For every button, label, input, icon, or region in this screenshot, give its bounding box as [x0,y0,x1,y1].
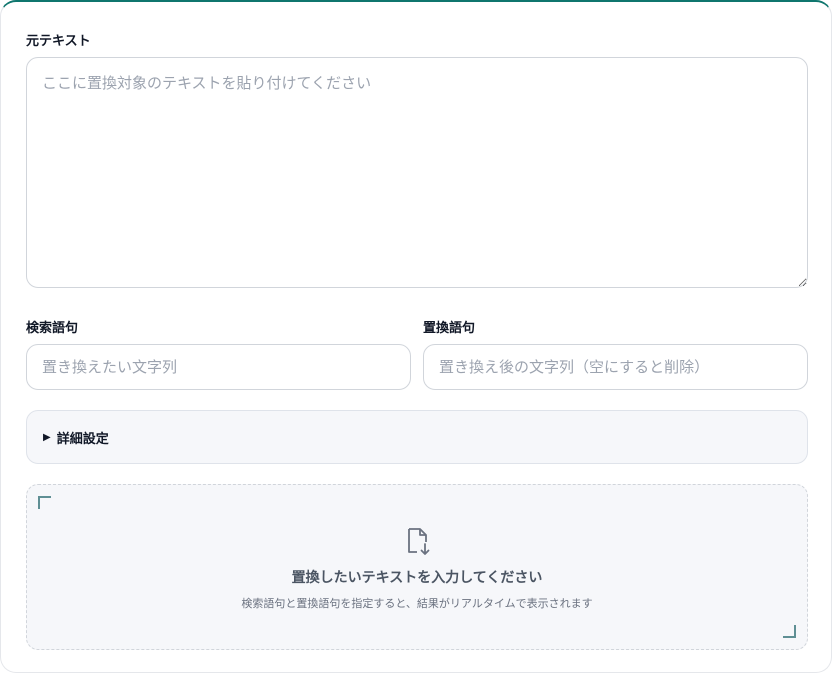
source-text-label: 元テキスト [26,34,91,49]
search-term-label: 検索語句 [26,321,79,336]
source-text-input[interactable] [26,57,808,288]
replace-tool-card: 元テキスト 検索語句 置換語句 ▶ 詳細設定 置換したいテキストを入力してくださ… [0,0,832,673]
corner-bracket-bottom-right [783,625,796,638]
advanced-settings-label: 詳細設定 [56,431,109,447]
replace-term-label: 置換語句 [423,321,476,336]
corner-bracket-top-left [38,496,51,509]
replace-term-input[interactable] [423,344,808,390]
result-empty-subtitle: 検索語句と置換語句を指定すると、結果がリアルタイムで表示されます [241,597,593,610]
disclosure-triangle-icon: ▶ [43,431,51,443]
advanced-settings-toggle[interactable]: ▶ 詳細設定 [26,410,808,464]
result-empty-title: 置換したいテキストを入力してください [291,570,543,586]
document-download-icon [408,528,430,555]
result-panel: 置換したいテキストを入力してください 検索語句と置換語句を指定すると、結果がリア… [26,484,808,650]
search-term-input[interactable] [26,344,411,390]
